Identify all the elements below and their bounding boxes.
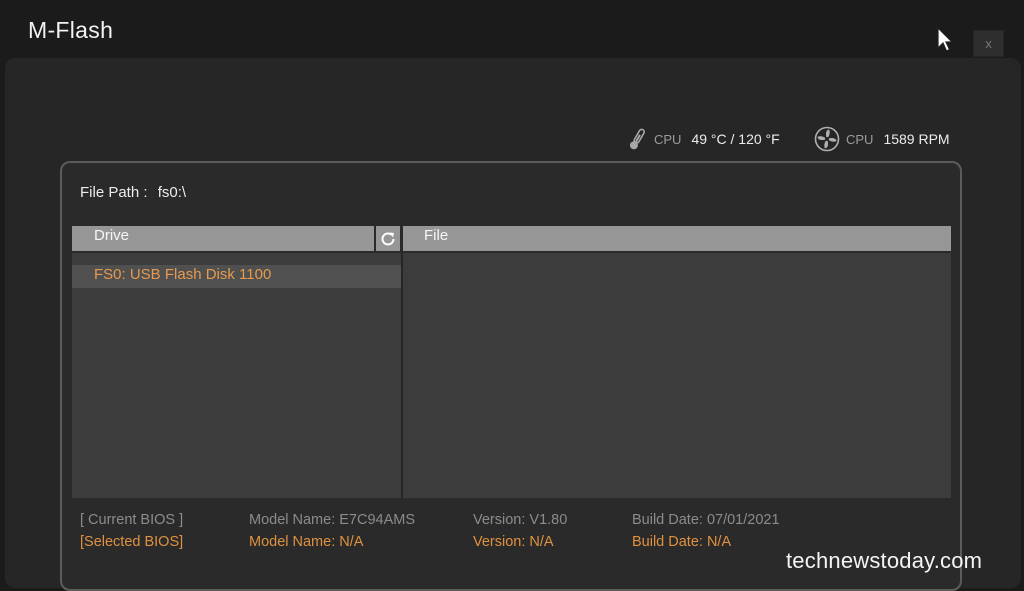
- fan-icon: [814, 126, 840, 152]
- refresh-button[interactable]: [376, 226, 400, 251]
- cpu-fan-status: CPU 1589 RPM: [814, 124, 950, 154]
- close-button[interactable]: x: [973, 30, 1004, 57]
- current-bios-version: Version: V1.80: [473, 512, 568, 528]
- cpu-fan-label: CPU: [846, 131, 874, 147]
- selected-bios-model: Model Name: N/A: [249, 534, 364, 550]
- cpu-temperature-status: CPU 49 °C / 120 °F: [626, 124, 780, 154]
- drive-item-fs0[interactable]: FS0: USB Flash Disk 1100: [72, 265, 401, 288]
- drive-list: [72, 253, 401, 498]
- mouse-cursor-icon: [937, 26, 954, 52]
- file-list[interactable]: [403, 253, 951, 498]
- selected-bios-label: [Selected BIOS]: [80, 534, 184, 550]
- file-path-value: fs0:\: [157, 184, 187, 201]
- watermark: technewstoday.com: [786, 548, 983, 573]
- app-title: M-Flash: [28, 17, 114, 43]
- selected-bios-version: Version: N/A: [473, 534, 554, 550]
- current-bios-label: [ Current BIOS ]: [80, 512, 184, 528]
- cpu-fan-value: 1589 RPM: [883, 131, 950, 147]
- drive-column-header: Drive: [72, 226, 374, 251]
- file-path-label: File Path :: [80, 184, 148, 201]
- file-path: File Path : fs0:\: [80, 184, 186, 201]
- thermometer-icon: [629, 128, 645, 150]
- cpu-temp-value: 49 °C / 120 °F: [691, 131, 780, 147]
- selected-bios-build-date: Build Date: N/A: [632, 534, 732, 550]
- current-bios-build-date: Build Date: 07/01/2021: [632, 512, 780, 528]
- cpu-temp-label: CPU: [654, 131, 682, 147]
- file-column-header: File: [403, 226, 951, 251]
- current-bios-model: Model Name: E7C94AMS: [249, 512, 416, 528]
- refresh-icon: [381, 231, 395, 245]
